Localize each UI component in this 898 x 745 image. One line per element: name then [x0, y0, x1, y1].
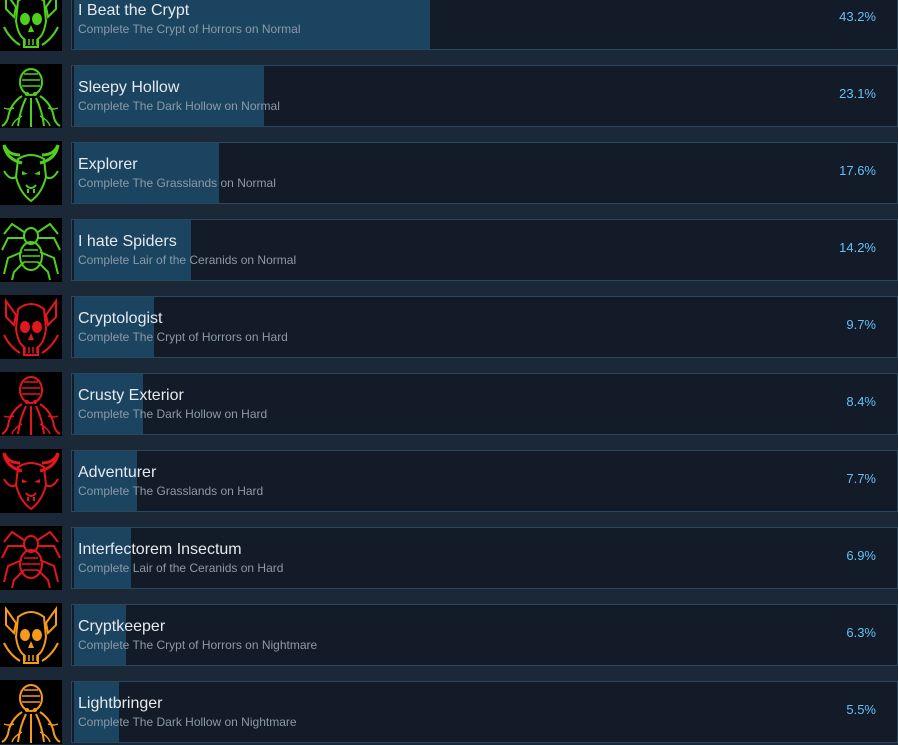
achievement-panel[interactable]: Sleepy Hollow Complete The Dark Hollow o… [71, 65, 898, 127]
achievement-panel[interactable]: Lightbringer Complete The Dark Hollow on… [71, 681, 898, 743]
spider-icon [0, 526, 62, 590]
achievement-title: I Beat the Crypt [78, 2, 190, 19]
achievement-description: Complete The Crypt of Horrors on Nightma… [78, 638, 318, 652]
achievement-row: Cryptkeeper Complete The Crypt of Horror… [0, 603, 898, 667]
achievement-title: Sleepy Hollow [78, 79, 180, 96]
unlock-percent: 43.2% [839, 9, 876, 24]
achievement-row: I hate Spiders Complete Lair of the Cera… [0, 218, 898, 282]
unlock-percent: 5.5% [846, 702, 876, 717]
achievement-panel[interactable]: Cryptkeeper Complete The Crypt of Horror… [71, 604, 898, 666]
unlock-percent: 6.3% [846, 625, 876, 640]
achievement-description: Complete The Crypt of Horrors on Hard [78, 330, 288, 344]
skull-icon [0, 295, 62, 359]
octopus-icon [0, 64, 62, 128]
unlock-percent: 9.7% [846, 317, 876, 332]
skull-icon [0, 0, 62, 51]
achievement-title: Adventurer [78, 464, 157, 481]
achievement-title: Cryptologist [78, 310, 163, 327]
horned-beast-icon [0, 449, 62, 513]
unlock-percent: 23.1% [839, 86, 876, 101]
achievement-title: Cryptkeeper [78, 618, 166, 635]
achievement-row: Crusty Exterior Complete The Dark Hollow… [0, 372, 898, 436]
achievement-description: Complete The Grasslands on Normal [78, 176, 276, 190]
spider-icon [0, 218, 62, 282]
achievement-row: Cryptologist Complete The Crypt of Horro… [0, 295, 898, 359]
unlock-percent: 6.9% [846, 548, 876, 563]
achievement-row: I Beat the Crypt Complete The Crypt of H… [0, 0, 898, 51]
achievement-title: Interfectorem Insectum [78, 541, 242, 558]
unlock-percent: 17.6% [839, 163, 876, 178]
octopus-icon [0, 372, 62, 436]
achievement-panel[interactable]: I Beat the Crypt Complete The Crypt of H… [71, 0, 898, 50]
achievement-description: Complete Lair of the Ceranids on Normal [78, 253, 297, 267]
achievement-panel[interactable]: Crusty Exterior Complete The Dark Hollow… [71, 373, 898, 435]
achievement-title: Lightbringer [78, 695, 163, 712]
achievement-panel[interactable]: Adventurer Complete The Grasslands on Ha… [71, 450, 898, 512]
achievement-description: Complete The Dark Hollow on Hard [78, 407, 268, 421]
unlock-percent: 14.2% [839, 240, 876, 255]
achievement-description: Complete The Dark Hollow on Normal [78, 99, 280, 113]
achievement-panel[interactable]: Interfectorem Insectum Complete Lair of … [71, 527, 898, 589]
achievement-panel[interactable]: Explorer Complete The Grasslands on Norm… [71, 142, 898, 204]
unlock-percent: 8.4% [846, 394, 876, 409]
achievement-panel[interactable]: Cryptologist Complete The Crypt of Horro… [71, 296, 898, 358]
achievement-row: Lightbringer Complete The Dark Hollow on… [0, 680, 898, 744]
achievement-title: I hate Spiders [78, 233, 177, 250]
octopus-icon [0, 680, 62, 744]
horned-beast-icon [0, 141, 62, 205]
skull-icon [0, 603, 62, 667]
achievement-row: Sleepy Hollow Complete The Dark Hollow o… [0, 64, 898, 128]
achievement-description: Complete Lair of the Ceranids on Hard [78, 561, 284, 575]
unlock-percent: 7.7% [846, 471, 876, 486]
achievement-row: Adventurer Complete The Grasslands on Ha… [0, 449, 898, 513]
achievement-row: Explorer Complete The Grasslands on Norm… [0, 141, 898, 205]
achievement-row: Interfectorem Insectum Complete Lair of … [0, 526, 898, 590]
achievement-description: Complete The Crypt of Horrors on Normal [78, 22, 301, 36]
achievement-title: Crusty Exterior [78, 387, 184, 404]
achievement-title: Explorer [78, 156, 138, 173]
achievement-panel[interactable]: I hate Spiders Complete Lair of the Cera… [71, 219, 898, 281]
achievement-description: Complete The Grasslands on Hard [78, 484, 264, 498]
achievement-description: Complete The Dark Hollow on Nightmare [78, 715, 297, 729]
